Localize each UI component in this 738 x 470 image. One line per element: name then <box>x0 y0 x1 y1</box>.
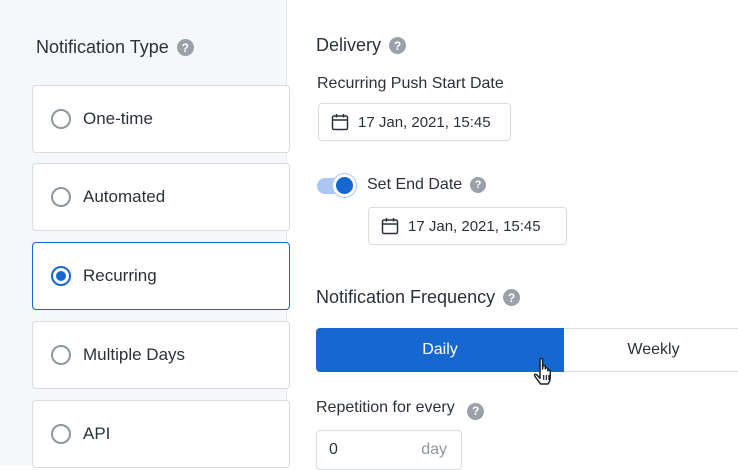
type-option-one-time[interactable]: One-time <box>32 85 290 153</box>
notification-type-panel: Notification Type ? One-time Automated R… <box>0 0 290 468</box>
type-option-api[interactable]: API <box>32 400 290 468</box>
frequency-heading: Notification Frequency ? <box>316 287 521 308</box>
end-date-value: 17 Jan, 2021, 15:45 <box>408 217 541 235</box>
repetition-heading: Repetition for every ? <box>316 399 485 420</box>
type-option-label: One-time <box>83 109 153 128</box>
delivery-title: Delivery <box>316 35 382 55</box>
notification-type-heading: Notification Type ? <box>36 37 194 58</box>
hand-pointer-cursor <box>533 357 551 385</box>
help-icon[interactable]: ? <box>470 177 487 193</box>
type-option-label: Recurring <box>83 266 157 285</box>
radio-multiple-days[interactable] <box>51 345 71 365</box>
start-date-value: 17 Jan, 2021, 15:45 <box>358 113 491 131</box>
type-option-label: Multiple Days <box>83 345 186 364</box>
end-date-toggle[interactable] <box>317 173 357 197</box>
type-option-label: Automated <box>83 187 166 206</box>
calendar-icon <box>381 218 399 235</box>
type-option-automated[interactable]: Automated <box>32 163 290 231</box>
end-date-heading: Set End Date ? <box>367 176 487 194</box>
frequency-title: Notification Frequency <box>316 287 496 307</box>
toggle-knob <box>333 174 356 197</box>
type-option-recurring[interactable]: Recurring <box>32 242 290 310</box>
type-option-multiple-days[interactable]: Multiple Days <box>32 321 290 389</box>
frequency-daily-button[interactable]: Daily <box>316 328 564 372</box>
repetition-input[interactable]: 0 day <box>316 430 462 470</box>
help-icon[interactable]: ? <box>467 402 485 420</box>
repetition-label: Repetition for every <box>316 399 455 416</box>
radio-one-time[interactable] <box>51 109 71 129</box>
radio-automated[interactable] <box>51 187 71 207</box>
calendar-icon <box>331 114 349 131</box>
repetition-value[interactable]: 0 <box>329 441 338 459</box>
start-date-label: Recurring Push Start Date <box>317 75 504 92</box>
help-icon[interactable]: ? <box>176 39 194 56</box>
type-option-label: API <box>83 424 111 443</box>
help-icon[interactable]: ? <box>503 289 521 306</box>
end-date-label: Set End Date <box>367 176 463 193</box>
delivery-heading: Delivery ? <box>316 35 407 56</box>
frequency-weekly-button[interactable]: Weekly <box>564 328 738 372</box>
help-icon[interactable]: ? <box>389 37 407 54</box>
repetition-unit: day <box>421 441 447 458</box>
start-date-field[interactable]: 17 Jan, 2021, 15:45 <box>318 103 511 141</box>
radio-api[interactable] <box>51 424 71 444</box>
end-date-field[interactable]: 17 Jan, 2021, 15:45 <box>368 207 567 245</box>
radio-recurring[interactable] <box>51 266 71 286</box>
notification-type-title: Notification Type <box>36 37 169 57</box>
